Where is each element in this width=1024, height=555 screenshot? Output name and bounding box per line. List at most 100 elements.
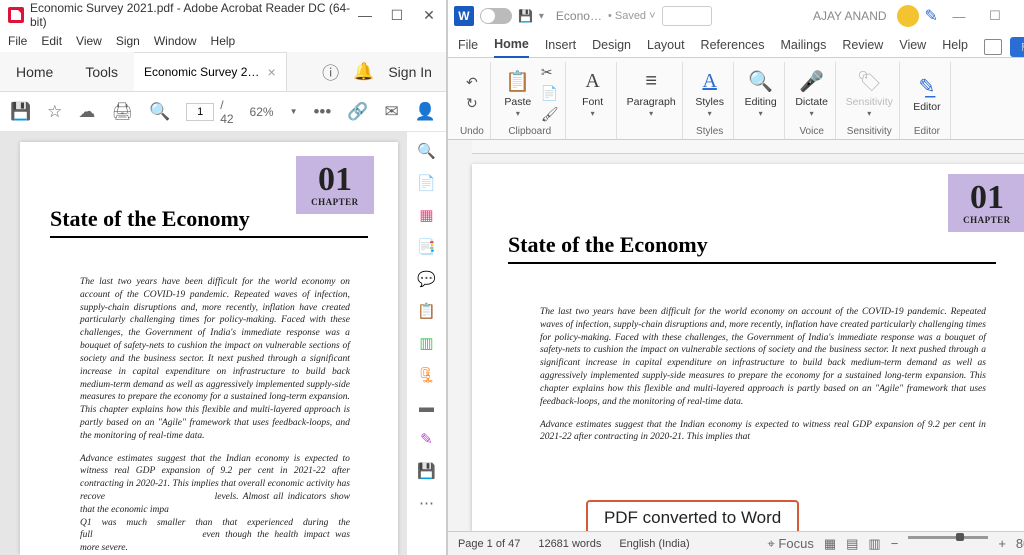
tab-review[interactable]: Review xyxy=(842,38,883,57)
share-icon[interactable]: 🔗 xyxy=(347,102,368,122)
ruler[interactable] xyxy=(472,140,1024,154)
search-box[interactable] xyxy=(662,6,712,26)
tab-file[interactable]: File xyxy=(458,38,478,57)
maximize-button[interactable]: ☐ xyxy=(388,7,406,24)
side-export-icon[interactable]: 📄 xyxy=(415,172,437,194)
email-icon[interactable]: ✉ xyxy=(385,102,399,122)
chevron-icon[interactable]: ▾ xyxy=(539,11,544,22)
paragraph-button[interactable]: ≡ Paragraph ▾ xyxy=(627,69,676,118)
side-sign-icon[interactable]: ✎ xyxy=(415,428,437,450)
draw-icon[interactable]: ✎ xyxy=(925,6,938,26)
page-input[interactable] xyxy=(186,103,214,121)
sensitivity-button: 🏷 Sensitivity ▾ xyxy=(846,69,893,118)
share-button[interactable]: ⇱ xyxy=(1010,37,1024,57)
menu-view[interactable]: View xyxy=(76,34,102,48)
menu-sign[interactable]: Sign xyxy=(116,34,140,48)
close-button[interactable]: ✕ xyxy=(420,7,438,24)
word-ribbon: ↶ ↻ Undo 📋 Paste ▾ ✂ 📄 🖌 Clipboard xyxy=(448,58,1024,140)
paste-button[interactable]: 📋 Paste ▾ xyxy=(501,69,535,118)
tab-references[interactable]: References xyxy=(701,38,765,57)
acrobat-toolbar: 💾 ☆ ☁ 🖨 🔍 / 42 62% ▼ ••• 🔗 ✉ 👤 xyxy=(0,92,446,132)
side-compress-icon[interactable]: 🗜 xyxy=(415,364,437,386)
bell-icon[interactable]: 🔔 xyxy=(353,62,374,82)
side-edit-icon[interactable]: ▦ xyxy=(415,204,437,226)
wordconv-callout: PDF converted to Word xyxy=(586,500,799,531)
cloud-icon[interactable]: ☁ xyxy=(78,102,95,122)
status-lang[interactable]: English (India) xyxy=(619,538,689,550)
word-page[interactable]: 01 CHAPTER State of the Economy The last… xyxy=(472,164,1024,531)
search-icon[interactable]: 🔍 xyxy=(149,102,170,122)
minimize-button[interactable]: — xyxy=(356,7,374,24)
tab-help[interactable]: Help xyxy=(942,38,968,57)
side-more-icon[interactable]: ⋯ xyxy=(415,492,437,514)
page-total: / 42 xyxy=(220,98,233,126)
nav-tools[interactable]: Tools xyxy=(69,52,134,91)
help-icon[interactable]: ⓘ xyxy=(322,59,339,84)
format-painter-icon[interactable]: 🖌 xyxy=(541,106,559,123)
group-editor: Editor xyxy=(914,124,940,139)
focus-button[interactable]: ⌖ Focus xyxy=(767,536,813,552)
word-close[interactable]: ✕ xyxy=(1016,8,1024,24)
zoom-out[interactable]: − xyxy=(891,536,899,552)
font-icon: A xyxy=(585,69,599,95)
nav-home[interactable]: Home xyxy=(0,52,69,91)
tab-mailings[interactable]: Mailings xyxy=(780,38,826,57)
tab-home[interactable]: Home xyxy=(494,37,529,58)
print-layout-icon[interactable]: ▤ xyxy=(846,536,858,552)
styles-button[interactable]: A Styles ▾ xyxy=(693,69,727,118)
dictate-button[interactable]: 🎤 Dictate ▾ xyxy=(795,69,829,118)
side-save-icon[interactable]: 💾 xyxy=(415,460,437,482)
sign-in-button[interactable]: Sign In xyxy=(388,64,432,80)
word-minimize[interactable]: — xyxy=(944,9,974,24)
menu-window[interactable]: Window xyxy=(154,34,197,48)
autosave-toggle[interactable] xyxy=(480,8,512,24)
find-icon: 🔍 xyxy=(748,69,773,95)
more-icon[interactable]: ••• xyxy=(313,102,331,122)
side-zoom-icon[interactable]: 🔍 xyxy=(415,140,437,162)
zoom-level[interactable]: 62% xyxy=(250,105,274,119)
status-words[interactable]: 12681 words xyxy=(538,538,601,550)
tab-layout[interactable]: Layout xyxy=(647,38,685,57)
side-create-icon[interactable]: 📑 xyxy=(415,236,437,258)
group-voice: Voice xyxy=(799,124,823,139)
pdf-app-icon xyxy=(8,7,24,23)
people-icon[interactable]: 👤 xyxy=(415,102,436,122)
cut-icon[interactable]: ✂ xyxy=(541,64,559,81)
side-combine-icon[interactable]: 📋 xyxy=(415,300,437,322)
save-icon[interactable]: 💾 xyxy=(518,9,533,23)
title-underline xyxy=(50,236,368,238)
side-redact-icon[interactable]: ▬ xyxy=(415,396,437,418)
menu-file[interactable]: File xyxy=(8,34,27,48)
star-icon[interactable]: ☆ xyxy=(47,102,62,122)
web-layout-icon[interactable]: ▥ xyxy=(868,536,880,552)
read-mode-icon[interactable]: ▦ xyxy=(824,536,836,552)
word-maximize[interactable]: ☐ xyxy=(980,8,1010,24)
save-icon[interactable]: 💾 xyxy=(10,102,31,122)
font-button[interactable]: A Font ▾ xyxy=(576,69,610,118)
zoom-slider[interactable] xyxy=(908,536,988,539)
copy-icon[interactable]: 📄 xyxy=(541,85,559,102)
chapter-number: 01 xyxy=(970,181,1004,215)
acrobat-menubar: File Edit View Sign Window Help xyxy=(0,30,446,52)
side-comment-icon[interactable]: 💬 xyxy=(415,268,437,290)
zoom-chevron-icon[interactable]: ▼ xyxy=(290,107,298,116)
status-page[interactable]: Page 1 of 47 xyxy=(458,538,520,550)
side-organize-icon[interactable]: ▥ xyxy=(415,332,437,354)
comments-icon[interactable] xyxy=(984,39,1002,55)
redo-icon[interactable]: ↻ xyxy=(466,95,478,112)
menu-help[interactable]: Help xyxy=(211,34,236,48)
zoom-in[interactable]: + xyxy=(998,536,1006,552)
tab-insert[interactable]: Insert xyxy=(545,38,576,57)
document-tab[interactable]: Economic Survey 2… × xyxy=(134,52,287,91)
close-tab-icon[interactable]: × xyxy=(267,64,275,80)
undo-icon[interactable]: ↶ xyxy=(466,74,478,91)
tab-view[interactable]: View xyxy=(899,38,926,57)
tab-design[interactable]: Design xyxy=(592,38,631,57)
editing-button[interactable]: 🔍 Editing ▾ xyxy=(744,69,778,118)
group-styles: Styles xyxy=(696,124,723,139)
editor-button[interactable]: ✎̲ Editor xyxy=(910,74,944,113)
user-avatar[interactable] xyxy=(897,5,919,27)
menu-edit[interactable]: Edit xyxy=(41,34,62,48)
zoom-percent[interactable]: 80% xyxy=(1016,536,1024,552)
print-icon[interactable]: 🖨 xyxy=(111,102,133,122)
